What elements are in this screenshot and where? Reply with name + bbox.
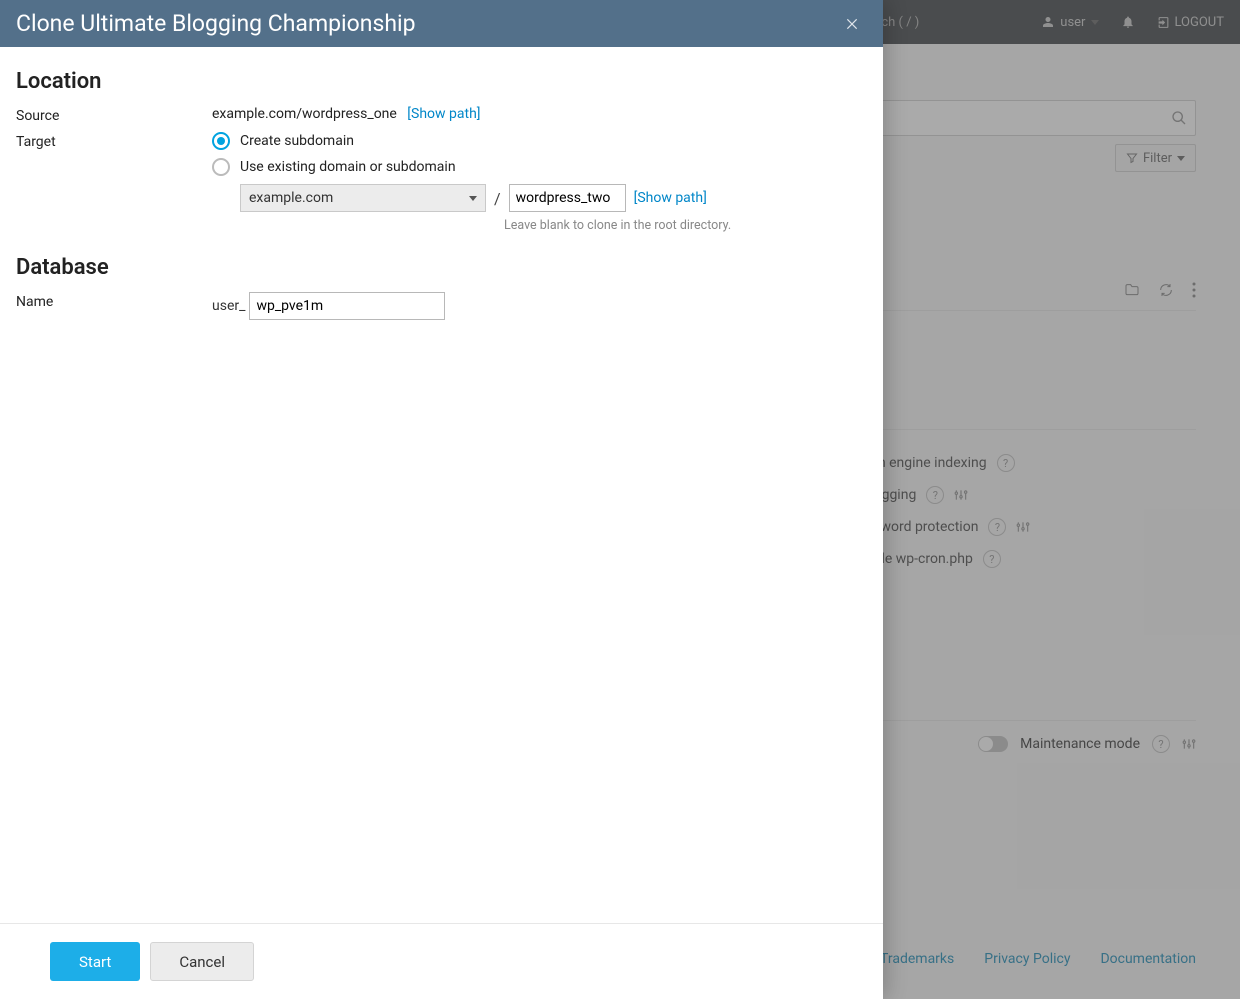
radio-existing-label: Use existing domain or subdomain — [240, 159, 456, 175]
target-controls: example.com / [Show path] — [240, 184, 867, 212]
radio-icon-checked — [212, 132, 230, 150]
show-path-link-target[interactable]: [Show path] — [634, 190, 707, 206]
source-row: Source example.com/wordpress_one [Show p… — [16, 106, 867, 124]
close-icon — [845, 17, 859, 31]
database-heading: Database — [16, 255, 867, 280]
dbname-field: user_ — [212, 292, 867, 320]
radio-create-subdomain[interactable]: Create subdomain — [212, 132, 867, 150]
modal-footer: Start Cancel — [0, 923, 883, 999]
cancel-button[interactable]: Cancel — [150, 942, 254, 981]
modal-title: Clone Ultimate Blogging Championship — [16, 10, 837, 37]
subdomain-input[interactable] — [509, 184, 626, 212]
target-hint: Leave blank to clone in the root directo… — [504, 218, 867, 233]
source-value-wrap: example.com/wordpress_one [Show path] — [212, 106, 867, 122]
radio-existing-domain[interactable]: Use existing domain or subdomain — [212, 158, 867, 176]
modal-header: Clone Ultimate Blogging Championship — [0, 0, 883, 47]
dbname-label: Name — [16, 292, 212, 310]
dbname-input[interactable] — [249, 292, 445, 320]
target-label: Target — [16, 132, 212, 150]
source-value: example.com/wordpress_one — [212, 106, 397, 122]
target-field: Create subdomain Use existing domain or … — [212, 132, 867, 233]
domain-select[interactable]: example.com — [240, 184, 486, 212]
clone-modal: Clone Ultimate Blogging Championship Loc… — [0, 0, 883, 999]
chevron-down-icon — [469, 196, 477, 201]
close-button[interactable] — [837, 13, 867, 35]
path-separator: / — [494, 189, 501, 208]
start-button[interactable]: Start — [50, 942, 140, 981]
radio-create-label: Create subdomain — [240, 133, 354, 149]
radio-icon-unchecked — [212, 158, 230, 176]
modal-body: Location Source example.com/wordpress_on… — [0, 47, 883, 923]
target-row: Target Create subdomain Use existing dom… — [16, 132, 867, 233]
show-path-link-source[interactable]: [Show path] — [407, 106, 480, 122]
source-label: Source — [16, 106, 212, 124]
location-heading: Location — [16, 69, 867, 94]
domain-select-value: example.com — [249, 190, 333, 206]
dbname-row: Name user_ — [16, 292, 867, 320]
dbname-prefix: user_ — [212, 298, 245, 314]
